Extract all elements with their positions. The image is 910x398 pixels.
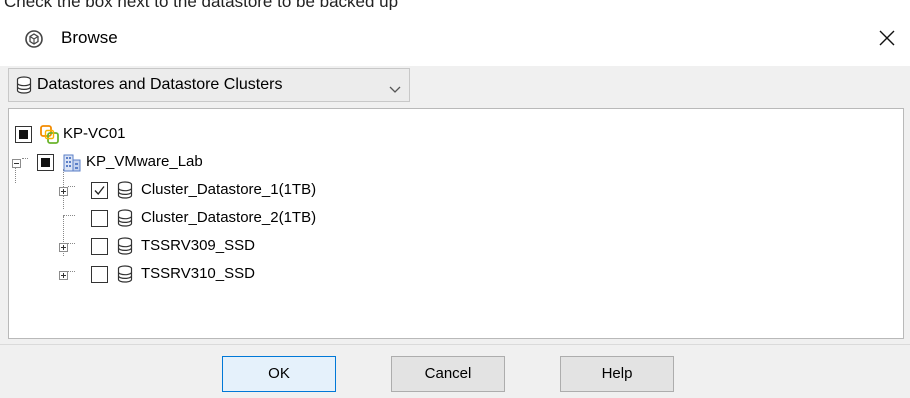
datastore-checkbox[interactable] — [91, 210, 108, 227]
dialog-title: Browse — [61, 28, 118, 47]
datastore-label: Cluster_Datastore_2(1TB) — [141, 209, 317, 226]
chevron-down-icon — [389, 81, 401, 98]
root-checkbox[interactable] — [15, 126, 32, 143]
tree-row-datastore[interactable]: TSSRV309_SSD — [9, 233, 429, 261]
footer-divider — [0, 344, 910, 345]
root-label: KP-VC01 — [63, 125, 126, 142]
app-icon — [25, 30, 43, 48]
datastore-label: Cluster_Datastore_1(1TB) — [141, 181, 317, 198]
datastore-icon — [117, 265, 133, 287]
view-selector-dropdown[interactable]: Datastores and Datastore Clusters — [8, 68, 410, 102]
datastore-tree: KP-VC01 KP_VMware_Lab Cluster_Datastore_… — [8, 108, 904, 339]
collapse-toggle-icon[interactable] — [12, 159, 21, 168]
datacenter-checkbox[interactable] — [37, 154, 54, 171]
title-bar: Browse — [0, 10, 910, 66]
close-icon — [879, 30, 895, 46]
expand-toggle-icon[interactable] — [59, 243, 68, 252]
help-button[interactable]: Help — [560, 356, 674, 392]
datastore-checkbox[interactable] — [91, 266, 108, 283]
datacenter-label: KP_VMware_Lab — [86, 153, 203, 170]
tree-row-datastore[interactable]: Cluster_Datastore_2(1TB) — [9, 205, 429, 233]
datastore-label: TSSRV310_SSD — [141, 265, 255, 282]
expand-toggle-icon[interactable] — [59, 187, 68, 196]
datastore-checkbox-checked[interactable] — [91, 182, 108, 199]
tree-row-datacenter[interactable]: KP_VMware_Lab — [9, 149, 329, 177]
datastore-icon — [117, 209, 133, 231]
datacenter-icon — [63, 153, 81, 176]
tree-row-datastore[interactable]: Cluster_Datastore_1(1TB) — [9, 177, 429, 205]
datastore-label: TSSRV309_SSD — [141, 237, 255, 254]
datastore-icon — [16, 76, 32, 98]
dropdown-selected-label: Datastores and Datastore Clusters — [37, 76, 283, 93]
datastore-icon — [117, 237, 133, 259]
browse-dialog: Browse Datastores and Datastore Clusters — [0, 10, 910, 398]
dialog-body: Datastores and Datastore Clusters KP-VC0… — [0, 66, 910, 398]
datastore-icon — [117, 181, 133, 203]
cancel-button[interactable]: Cancel — [391, 356, 505, 392]
datastore-checkbox[interactable] — [91, 238, 108, 255]
close-button[interactable] — [872, 23, 902, 53]
ok-button[interactable]: OK — [222, 356, 336, 392]
expand-toggle-icon[interactable] — [59, 271, 68, 280]
tree-row-root[interactable]: KP-VC01 — [9, 121, 309, 149]
vcenter-icon — [40, 125, 59, 148]
tree-row-datastore[interactable]: TSSRV310_SSD — [9, 261, 429, 289]
